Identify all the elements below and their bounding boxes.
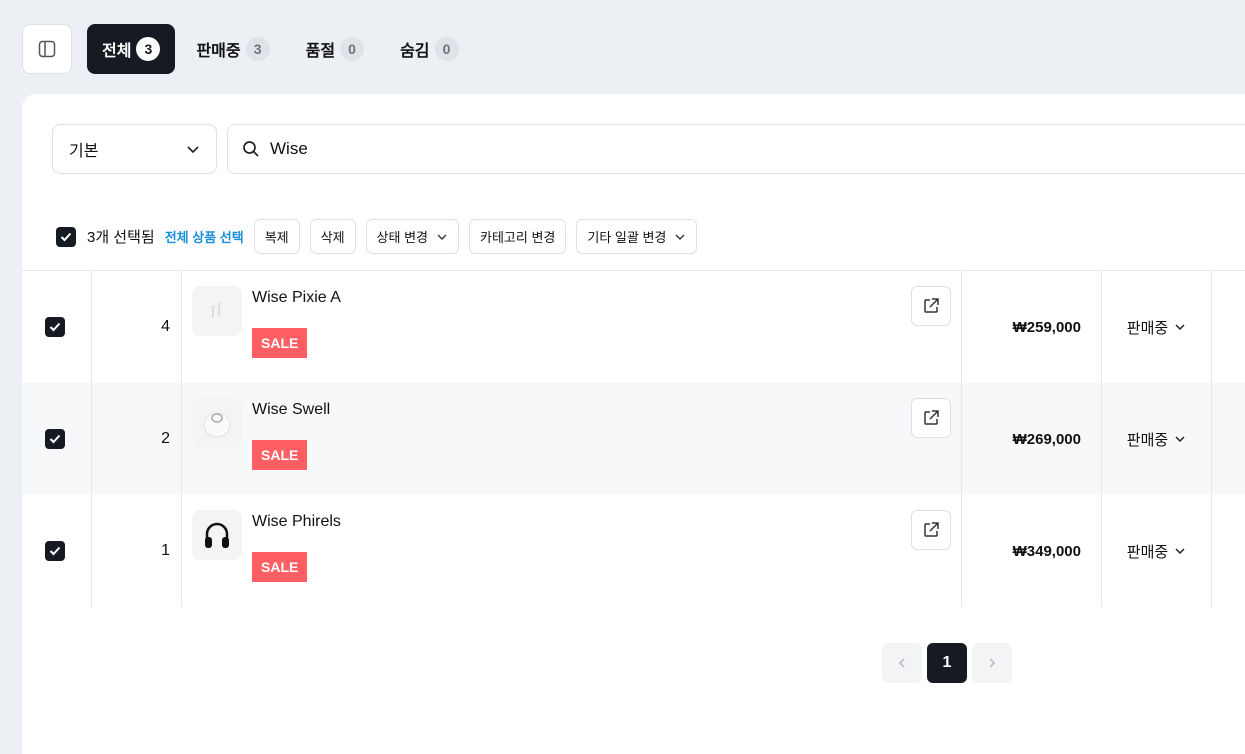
- change-category-button[interactable]: 카테고리 변경: [469, 219, 567, 254]
- product-table: 4 Wise Pixie A SALE ₩259,000 판매중 2 Wise …: [22, 270, 1245, 607]
- chevron-down-icon: [437, 234, 447, 240]
- tab-label: 판매중: [196, 43, 241, 60]
- tab-label: 품절: [305, 43, 336, 60]
- chevron-down-icon: [1175, 436, 1185, 443]
- open-external-button[interactable]: [911, 286, 951, 326]
- sale-badge: SALE: [252, 440, 308, 470]
- external-link-icon: [924, 522, 939, 537]
- chevron-right-icon: [989, 658, 996, 668]
- other-bulk-change-button[interactable]: 기타 일괄 변경: [576, 219, 698, 254]
- button-label: 카테고리 변경: [480, 230, 556, 245]
- page-button-current[interactable]: 1: [927, 643, 967, 683]
- tab-label: 전체: [102, 43, 132, 60]
- tab-count: 3: [136, 37, 161, 61]
- tab-label: 숨김: [400, 43, 430, 60]
- bulk-action-bar: 3개 선택됨 전체 상품 선택 복제 삭제 상태 변경 카테고리 변경 기타 일…: [56, 219, 698, 254]
- status-label: 판매중: [1126, 543, 1169, 561]
- check-icon: [60, 232, 72, 241]
- delete-button[interactable]: 삭제: [309, 219, 356, 254]
- search-box: [227, 124, 1245, 174]
- sale-badge: SALE: [252, 328, 308, 358]
- product-thumbnail[interactable]: [192, 286, 242, 336]
- sidebar-toggle-button[interactable]: [22, 24, 72, 74]
- status-tabs: 전체 3 판매중 3 품절 0 숨김 0: [87, 24, 480, 74]
- product-cell: Wise Pixie A SALE: [182, 271, 962, 383]
- check-icon: [49, 434, 60, 444]
- chevron-down-icon: [1175, 324, 1185, 331]
- status-label: 판매중: [1126, 431, 1169, 449]
- search-icon: [243, 141, 259, 157]
- status-label: 판매중: [1126, 319, 1169, 337]
- status-dropdown[interactable]: 판매중: [1102, 383, 1212, 495]
- row-number: 2: [92, 383, 182, 495]
- row-number: 4: [92, 271, 182, 383]
- next-page-button[interactable]: [972, 643, 1012, 683]
- tab-hidden[interactable]: 숨김 0: [385, 24, 473, 74]
- button-label: 삭제: [320, 230, 345, 245]
- row-select-cell: [22, 383, 92, 495]
- product-thumbnail[interactable]: [192, 398, 242, 448]
- row-number: 1: [92, 495, 182, 607]
- chevron-down-icon: [187, 146, 199, 154]
- select-all-products-link[interactable]: 전체 상품 선택: [165, 227, 244, 246]
- product-cell: Wise Swell SALE: [182, 383, 962, 495]
- open-external-button[interactable]: [911, 510, 951, 550]
- product-thumbnail[interactable]: [192, 510, 242, 560]
- row-select-cell: [22, 495, 92, 607]
- tab-count: 0: [340, 37, 365, 61]
- select-value: 기본: [69, 143, 99, 160]
- product-name[interactable]: Wise Swell: [252, 401, 330, 419]
- pagination: 1: [882, 643, 1012, 683]
- external-link-icon: [924, 410, 939, 425]
- price: ₩269,000: [962, 383, 1102, 495]
- price: ₩349,000: [962, 495, 1102, 607]
- row-checkbox[interactable]: [44, 541, 65, 561]
- open-external-button[interactable]: [911, 398, 951, 438]
- row-checkbox[interactable]: [44, 317, 65, 337]
- sale-badge: SALE: [252, 552, 308, 582]
- product-panel: 기본 3개 선택됨 전체 상품 선택 복제 삭제 상태 변경 카테고리 변경 기…: [22, 94, 1245, 754]
- check-icon: [49, 546, 60, 556]
- product-cell: Wise Phirels SALE: [182, 495, 962, 607]
- price: ₩259,000: [962, 271, 1102, 383]
- button-label: 기타 일괄 변경: [587, 230, 667, 245]
- tab-sold-out[interactable]: 품절 0: [291, 24, 379, 74]
- chevron-left-icon: [898, 658, 905, 668]
- chevron-down-icon: [675, 234, 685, 240]
- tab-all[interactable]: 전체 3: [87, 24, 176, 74]
- tab-count: 0: [434, 37, 459, 61]
- product-name[interactable]: Wise Pixie A: [252, 289, 341, 307]
- search-type-select[interactable]: 기본: [52, 124, 217, 174]
- external-link-icon: [924, 298, 939, 313]
- change-status-button[interactable]: 상태 변경: [365, 219, 459, 254]
- button-label: 상태 변경: [376, 230, 428, 245]
- prev-page-button[interactable]: [882, 643, 922, 683]
- table-row: 2 Wise Swell SALE ₩269,000 판매중: [22, 383, 1245, 495]
- tab-on-sale[interactable]: 판매중 3: [181, 24, 284, 74]
- duplicate-button[interactable]: 복제: [253, 219, 300, 254]
- button-label: 복제: [264, 230, 289, 245]
- product-name[interactable]: Wise Phirels: [252, 513, 341, 531]
- check-icon: [49, 322, 60, 332]
- chevron-down-icon: [1175, 548, 1185, 555]
- status-dropdown[interactable]: 판매중: [1102, 271, 1212, 383]
- selected-count: 3개 선택됨: [87, 229, 155, 246]
- select-all-checkbox[interactable]: [56, 226, 76, 247]
- table-row: 1 Wise Phirels SALE ₩349,000 판매중: [22, 495, 1245, 607]
- row-select-cell: [22, 271, 92, 383]
- table-row: 4 Wise Pixie A SALE ₩259,000 판매중: [22, 271, 1245, 383]
- sidebar-panel-icon: [38, 40, 56, 58]
- status-dropdown[interactable]: 판매중: [1102, 495, 1212, 607]
- search-input[interactable]: [270, 139, 870, 159]
- tab-count: 3: [245, 37, 270, 61]
- row-checkbox[interactable]: [44, 429, 65, 449]
